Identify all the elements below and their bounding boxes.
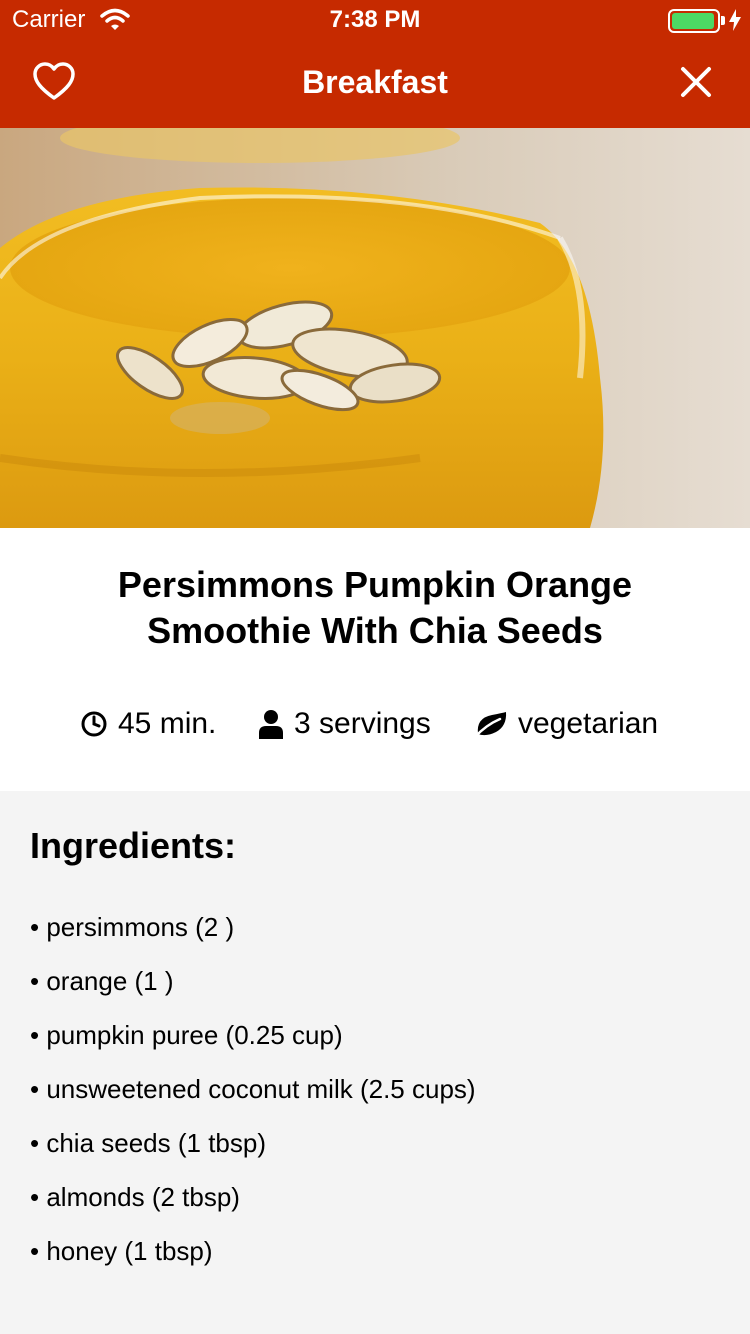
smoothie-illustration (0, 128, 750, 528)
list-item: chia seeds (1 tbsp) (30, 1121, 476, 1175)
ingredients-section: Ingredients: persimmons (2 ) orange (1 )… (0, 791, 750, 1334)
charging-bolt-icon (729, 9, 741, 31)
page-title: Breakfast (302, 64, 448, 100)
top-bar: Carrier 7:38 PM Breakfast (0, 0, 750, 128)
ingredients-list: persimmons (2 ) orange (1 ) pumpkin pure… (30, 905, 476, 1283)
clock-icon (81, 711, 107, 737)
recipe-summary: Persimmons Pumpkin Orange Smoothie With … (0, 528, 750, 791)
status-bar: Carrier 7:38 PM (0, 0, 750, 40)
diet-label: vegetarian (518, 707, 659, 740)
close-icon (681, 67, 711, 97)
servings-label: 3 servings (294, 707, 431, 740)
battery-cap (721, 16, 725, 25)
cook-time-label: 45 min. (118, 707, 217, 740)
list-item: orange (1 ) (30, 959, 476, 1013)
list-item: unsweetened coconut milk (2.5 cups) (30, 1067, 475, 1121)
servings: 3 servings (258, 704, 431, 744)
list-item: persimmons (2 ) (30, 905, 476, 959)
close-button[interactable] (672, 58, 720, 106)
battery-level (672, 13, 714, 29)
battery-icon (668, 9, 720, 33)
status-time: 7:38 PM (329, 6, 421, 33)
diet-type: vegetarian (474, 704, 658, 744)
leaf-icon (474, 712, 507, 738)
ingredients-heading: Ingredients: (30, 825, 237, 866)
list-item: pumpkin puree (0.25 cup) (30, 1013, 476, 1067)
recipe-meta: 45 min. 3 servings vegetarian (0, 704, 750, 744)
cook-time: 45 min. (80, 704, 216, 744)
recipe-title: Persimmons Pumpkin Orange Smoothie With … (117, 564, 633, 651)
recipe-photo (0, 128, 750, 528)
navigation-bar: Breakfast (0, 40, 750, 128)
person-icon (259, 710, 283, 739)
list-item: honey (1 tbsp) (30, 1229, 476, 1283)
list-item: almonds (2 tbsp) (30, 1175, 476, 1229)
